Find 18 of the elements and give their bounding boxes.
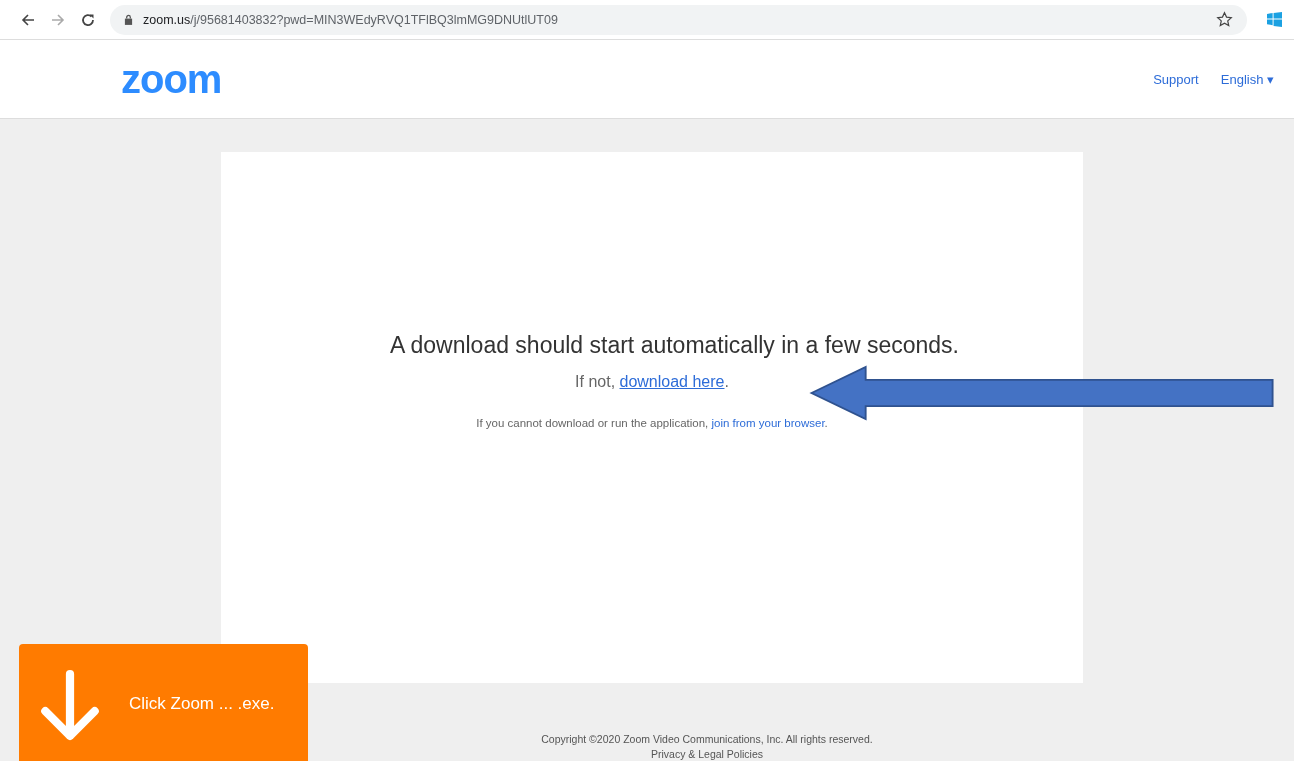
support-link[interactable]: Support (1153, 71, 1199, 87)
zoom-logo[interactable]: zoom (121, 56, 222, 102)
copyright-text: Copyright ©2020 Zoom Video Communications, Inc. All rights reserved. (541, 733, 873, 745)
download-heading: A download should start automatically in a few seconds. (390, 332, 959, 359)
privacy-link[interactable]: Privacy & Legal Policies (650, 748, 763, 760)
back-icon[interactable] (20, 11, 36, 28)
down-arrow-icon (39, 670, 101, 742)
prompt-text: Click Zoom ... .exe. (129, 694, 275, 714)
windows-icon[interactable] (1267, 12, 1282, 27)
reload-icon[interactable] (80, 11, 96, 28)
star-icon[interactable] (1216, 11, 1233, 28)
lock-icon (124, 14, 133, 25)
language-menu[interactable]: English ▾ (1220, 71, 1274, 87)
fallback-text: If not, download here. (575, 373, 729, 391)
address-bar[interactable]: zoom.us/j/95681403832?pwd=MIN3WEdyRVQ1TFlBQ3lmMG9DNUtlUT09 (110, 4, 1247, 35)
download-link[interactable]: download here (619, 373, 725, 390)
join-browser-link[interactable]: join from your browser (711, 417, 825, 429)
browser-join-text: If you cannot download or run the application, join from your browser. (476, 417, 828, 429)
